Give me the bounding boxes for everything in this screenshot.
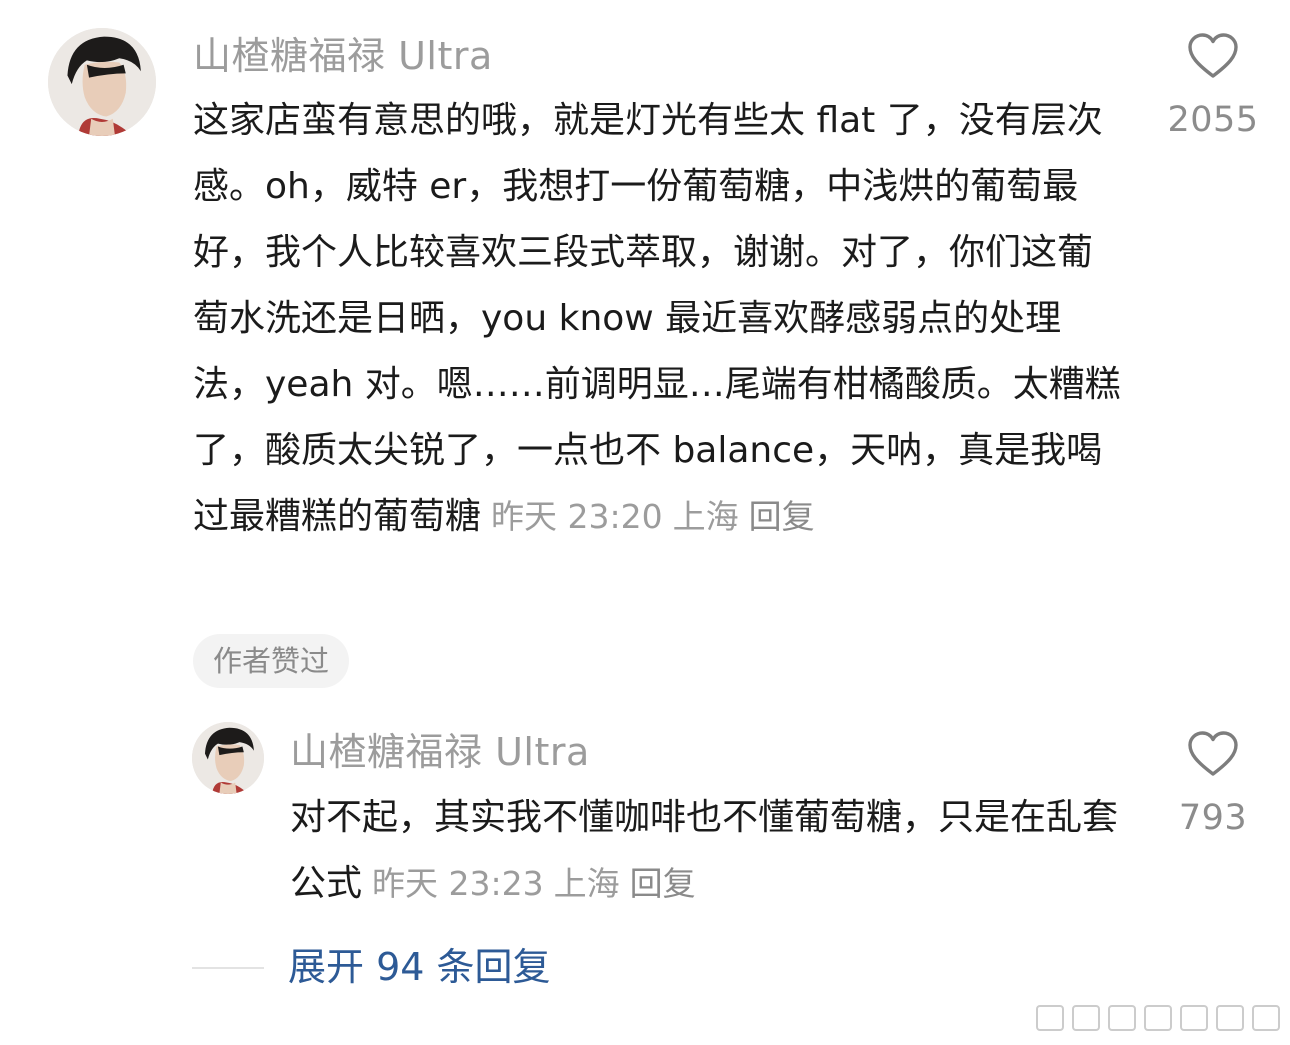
watermark-square	[1036, 1005, 1064, 1031]
reply-like: 793	[1158, 730, 1268, 838]
watermark-square	[1180, 1005, 1208, 1031]
watermark-square	[1216, 1005, 1244, 1031]
reply-time: 昨天 23:23	[372, 864, 544, 903]
heart-outline-icon[interactable]	[1187, 730, 1239, 778]
reply-location: 上海	[553, 864, 620, 903]
expand-replies-link[interactable]: 展开 94 条回复	[288, 942, 551, 992]
watermark-square	[1072, 1005, 1100, 1031]
watermark-square	[1108, 1005, 1136, 1031]
reply-text: 对不起，其实我不懂咖啡也不懂葡萄糖，只是在乱套公式 昨天 23:23 上海 回复	[290, 785, 1120, 917]
reply-avatar[interactable]	[192, 722, 264, 794]
avatar-portrait-icon	[192, 722, 264, 794]
reply-reply-button[interactable]: 回复	[630, 864, 696, 903]
divider-line	[192, 967, 264, 969]
reply-username[interactable]: 山楂糖福禄 Ultra	[290, 730, 590, 774]
watermark-square	[1144, 1005, 1172, 1031]
watermark-square	[1252, 1005, 1280, 1031]
reply-like-count: 793	[1178, 798, 1248, 838]
reply-meta: 昨天 23:23 上海 回复	[372, 864, 706, 903]
watermark-logo	[1036, 1005, 1280, 1031]
reply-comment: 山楂糖福禄 Ultra 对不起，其实我不懂咖啡也不懂葡萄糖，只是在乱套公式 昨天 …	[0, 0, 1290, 1045]
